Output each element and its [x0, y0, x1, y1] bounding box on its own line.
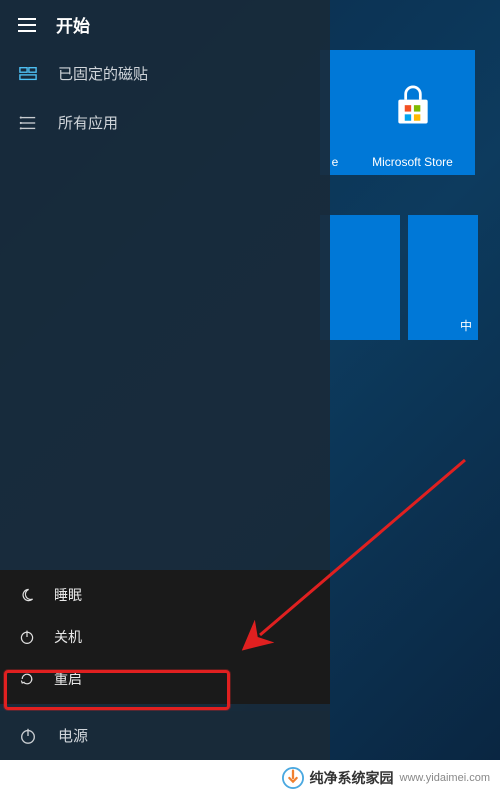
start-bottom-section: Administrator 文档 睡眠 关机: [0, 614, 330, 760]
power-label: 电源: [58, 725, 88, 746]
hamburger-icon[interactable]: [18, 18, 36, 32]
start-tiles-area: e Microsoft Store 中: [330, 0, 500, 760]
tile-partial-2[interactable]: 中: [408, 215, 478, 340]
store-icon: [391, 85, 435, 129]
menu-label-pinned: 已固定的磁贴: [58, 63, 148, 84]
menu-all-apps[interactable]: 所有应用: [0, 98, 330, 147]
restart-label: 重启: [54, 669, 82, 689]
tile-partial-label: 中: [460, 317, 472, 334]
menu-pinned-tiles[interactable]: 已固定的磁贴: [0, 49, 330, 98]
tile-microsoft-store[interactable]: Microsoft Store: [350, 50, 475, 175]
start-menu-panel: 开始 已固定的磁贴 所有应用 Administrator 文档: [0, 0, 330, 760]
shutdown-icon: [18, 628, 36, 646]
restart-icon: [18, 670, 36, 688]
sleep-label: 睡眠: [54, 585, 82, 605]
tile-row-2: 中: [320, 215, 486, 340]
power-restart[interactable]: 重启: [0, 658, 330, 700]
power-icon: [18, 726, 38, 746]
watermark-url: www.yidaimei.com: [400, 772, 490, 784]
menu-power[interactable]: 电源: [0, 711, 330, 760]
power-shutdown[interactable]: 关机: [0, 616, 330, 658]
sleep-icon: [18, 586, 36, 604]
tile-partial-1[interactable]: [320, 215, 400, 340]
start-header: 开始: [0, 0, 330, 49]
all-apps-icon: [18, 113, 38, 133]
pinned-tiles-icon: [18, 64, 38, 84]
menu-label-allapps: 所有应用: [58, 112, 118, 133]
tile-label-store: Microsoft Store: [372, 155, 453, 169]
watermark-bar: 纯净系统家园 www.yidaimei.com: [0, 760, 500, 795]
shutdown-label: 关机: [54, 627, 82, 647]
start-title: 开始: [56, 12, 90, 37]
watermark-logo-icon: [282, 767, 304, 789]
power-options-popup: 睡眠 关机 重启: [0, 570, 330, 704]
power-sleep[interactable]: 睡眠: [0, 574, 330, 616]
watermark-name: 纯净系统家园: [310, 768, 394, 788]
